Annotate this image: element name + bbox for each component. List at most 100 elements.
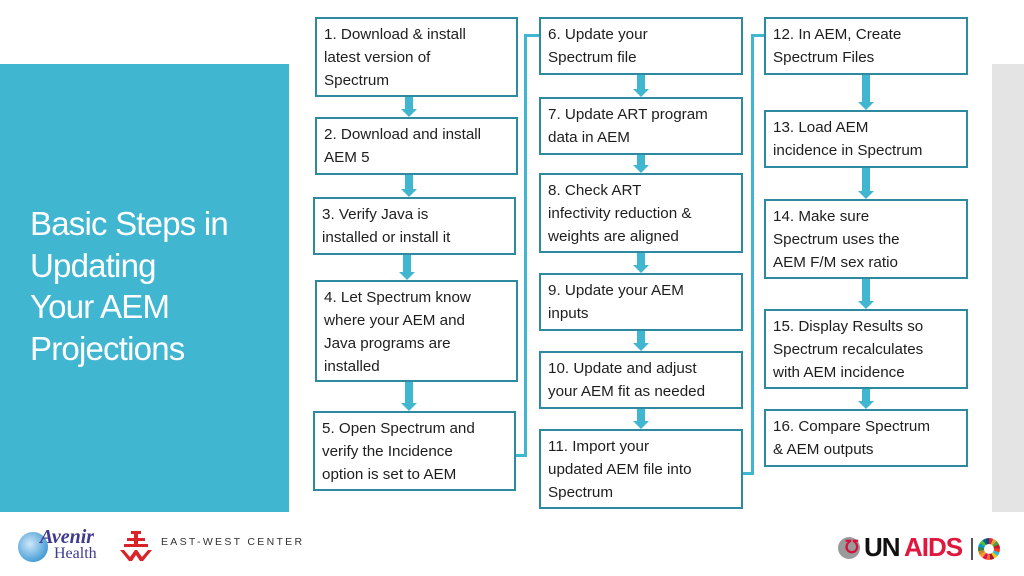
step-box-7: 7. Update ART program data in AEM (539, 97, 743, 155)
flow-arrow-6-7 (633, 75, 649, 97)
arrow-head (633, 265, 649, 273)
arrow-head (858, 191, 874, 199)
flow-arrow-13-14 (858, 168, 874, 199)
arrow-shaft (404, 382, 413, 404)
arrow-head (858, 401, 874, 409)
step-box-6: 6. Update your Spectrum file (539, 17, 743, 75)
step-text-line: your AEM fit as needed (548, 383, 706, 400)
title-line: Updating (30, 246, 157, 284)
step-text-line: infectivity reduction & (548, 205, 692, 222)
step-box-14: 14. Make sure Spectrum uses the AEM F/M se… (764, 199, 968, 279)
step-box-1: 1. Download & install latest version of Sp… (315, 17, 518, 97)
flow-arrow-15-16 (858, 389, 874, 409)
arrow-head (400, 403, 417, 411)
step-box-12: 12. In AEM, Create Spectrum Files (764, 17, 968, 75)
step-text-line: 16. Compare Spectrum (773, 418, 931, 435)
arrow-head (398, 272, 415, 280)
arrow-head (633, 421, 649, 429)
flow-arrow-9-10 (633, 331, 649, 351)
step-text-line: Spectrum uses the (773, 231, 900, 248)
logo-divider (971, 538, 973, 560)
step-text-line: option is set to AEM (322, 466, 457, 483)
step-text-line: latest version of (324, 49, 431, 66)
sdg-wheel-icon (978, 538, 1000, 560)
title-line: Your AEM (30, 288, 170, 325)
step-text-line: & AEM outputs (773, 441, 874, 458)
flow-arrow-10-11 (633, 409, 649, 429)
connector-5-6 (524, 33, 527, 457)
step-text-line: 14. Make sure (773, 208, 870, 225)
step-box-2: 2. Download and install AEM 5 (315, 117, 518, 175)
arrow-shaft (637, 75, 645, 90)
step-text-line: Spectrum file (548, 49, 637, 66)
arrow-shaft (404, 175, 413, 190)
east-west-center-wordmark: EAST-WEST CENTER (161, 536, 305, 548)
step-text-line: 3. Verify Java is (322, 206, 429, 223)
step-text-line: 15. Display Results so (773, 318, 924, 335)
step-text-line: 9. Update your AEM (548, 282, 684, 299)
step-text-line: weights are aligned (548, 228, 679, 245)
flow-arrow-4-5 (400, 382, 417, 411)
step-text-line: Spectrum (548, 484, 613, 501)
step-text-line: Spectrum recalculates (773, 341, 924, 358)
step-box-8: 8. Check ART infectivity reduction & weigh… (539, 173, 743, 253)
arrow-head (858, 301, 874, 309)
east-west-center-emblem-icon (120, 531, 152, 561)
step-box-5: 5. Open Spectrum and verify the Incidence… (313, 411, 516, 491)
flow-arrow-14-15 (858, 279, 874, 309)
arrow-shaft (862, 279, 870, 302)
step-text-line: 1. Download & install (324, 26, 466, 43)
flow-arrow-3-4 (398, 255, 415, 280)
arrow-head (633, 89, 649, 97)
arrow-head (400, 109, 417, 117)
un-emblem-icon: ᘮ (838, 537, 860, 559)
step-box-9: 9. Update your AEM inputs (539, 273, 743, 331)
title-line: Basic Steps in (30, 205, 229, 242)
step-box-13: 13. Load AEM incidence in Spectrum (764, 110, 968, 168)
step-text-line: 6. Update your (548, 26, 648, 43)
step-text-line: 7. Update ART program (548, 106, 708, 123)
step-text-line: Java programs are (324, 335, 451, 352)
connector-5-6 (524, 33, 539, 37)
step-box-16: 16. Compare Spectrum & AEM outputs (764, 409, 968, 467)
flow-arrow-12-13 (858, 75, 874, 110)
title-line: Projections (30, 329, 185, 367)
step-text-line: with AEM incidence (773, 364, 905, 381)
step-text-line: 11. Import your (548, 438, 650, 455)
connector-11-12 (751, 33, 754, 475)
step-text-line: 4. Let Spectrum know (324, 289, 471, 306)
arrow-head (400, 189, 417, 197)
step-text-line: 2. Download and install (324, 126, 482, 143)
step-text-line: 5. Open Spectrum and (322, 420, 475, 437)
step-box-10: 10. Update and adjust your AEM fit as nee… (539, 351, 743, 409)
red-ribbon-icon: ᘮ (845, 537, 859, 558)
step-text-line: incidence in Spectrum (773, 142, 923, 159)
flow-arrow-2-3 (400, 175, 417, 197)
step-text-line: verify the Incidence (322, 443, 453, 460)
health-wordmark: Health (54, 545, 97, 562)
step-text-line: Spectrum Files (773, 49, 875, 66)
step-text-line: installed (324, 358, 380, 375)
unaids-wordmark-un: UN (864, 532, 901, 562)
step-text-line: AEM F/M sex ratio (773, 254, 898, 271)
step-text-line: 8. Check ART (548, 182, 642, 199)
flow-arrow-8-9 (633, 253, 649, 273)
arrow-shaft (862, 75, 870, 103)
arrow-head (858, 102, 874, 110)
step-text-line: where your AEM and (324, 312, 465, 329)
side-strip (992, 64, 1024, 512)
flow-arrow-1-2 (400, 97, 417, 117)
arrow-head (633, 343, 649, 351)
slide-title: Basic Steps in Updating Your AEM Project… (30, 203, 280, 369)
step-box-15: 15. Display Results so Spectrum recalcula… (764, 309, 968, 389)
step-box-11: 11. Import your updated AEM file into Spec… (539, 429, 743, 509)
flow-arrow-7-8 (633, 155, 649, 173)
step-text-line: 13. Load AEM (773, 119, 869, 136)
step-text-line: 12. In AEM, Create (773, 26, 902, 43)
step-text-line: AEM 5 (324, 149, 370, 166)
connector-11-12 (751, 33, 764, 37)
arrow-shaft (402, 255, 411, 273)
step-text-line: data in AEM (548, 129, 630, 146)
step-text-line: inputs (548, 305, 589, 322)
step-box-4: 4. Let Spectrum know where your AEM and Ja… (315, 280, 518, 382)
